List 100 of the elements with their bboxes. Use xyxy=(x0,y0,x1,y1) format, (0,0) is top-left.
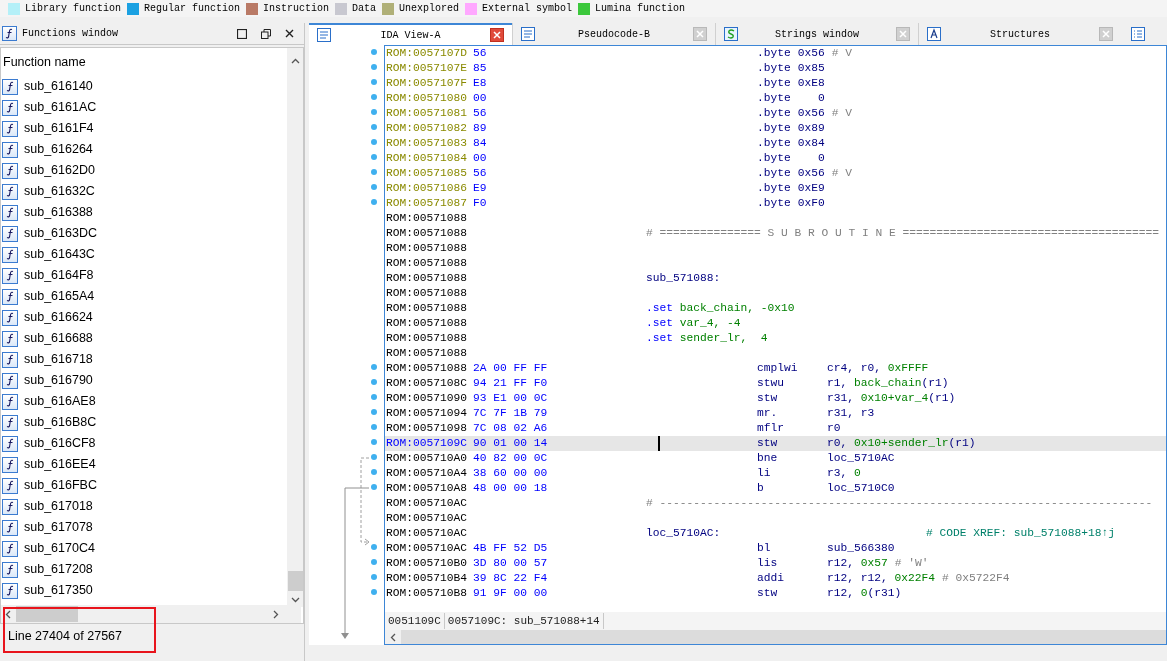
operand: r3, 0 xyxy=(827,466,861,481)
function-icon xyxy=(2,162,18,179)
function-icon xyxy=(2,582,18,599)
vertical-scrollbar[interactable] xyxy=(287,48,303,607)
address: ROM:0057107E xyxy=(386,61,468,76)
text-cursor xyxy=(658,436,660,451)
operand: 0x85 xyxy=(797,61,825,76)
strings-icon xyxy=(724,27,738,41)
hex-bytes: 2A 00 FF FF xyxy=(473,361,548,376)
hex-bytes: 38 60 00 00 xyxy=(473,466,548,481)
structure-icon xyxy=(927,27,941,41)
address: ROM:00571083 xyxy=(386,136,468,151)
operand: cr4, r0, 0xFFFF xyxy=(827,361,929,376)
address: ROM:005710AC xyxy=(386,541,468,556)
function-name[interactable]: sub_617018 xyxy=(24,497,93,516)
function-name[interactable]: sub_6161F4 xyxy=(24,119,94,138)
scroll-down-icon[interactable] xyxy=(290,597,300,603)
function-name[interactable]: sub_616140 xyxy=(24,77,93,96)
operand: 0 xyxy=(817,151,825,166)
function-name[interactable]: sub_616624 xyxy=(24,308,93,327)
operand: 0x56 xyxy=(797,166,825,181)
scrollbar-thumb[interactable] xyxy=(287,571,303,591)
function-icon xyxy=(2,561,18,578)
function-name[interactable]: sub_61632C xyxy=(24,182,95,201)
function-name[interactable]: sub_617350 xyxy=(24,581,93,600)
function-name[interactable]: sub_616EE4 xyxy=(24,455,96,474)
legend-label: Regular function xyxy=(144,2,241,16)
function-name[interactable]: sub_616B8C xyxy=(24,413,97,432)
tab[interactable]: IDA View-A xyxy=(309,23,512,45)
operand: 0x89 xyxy=(797,121,825,136)
document-icon xyxy=(317,28,331,42)
function-name[interactable]: sub_617208 xyxy=(24,560,93,579)
function-icon xyxy=(2,477,18,494)
function-name[interactable]: sub_6162D0 xyxy=(24,161,95,180)
hex-bytes: E9 xyxy=(473,181,487,196)
hex-bytes: 48 00 00 18 xyxy=(473,481,548,496)
mnemonic: .byte xyxy=(757,106,791,121)
operand: 0x56 xyxy=(797,46,825,61)
horizontal-scrollbar[interactable] xyxy=(1,605,301,623)
function-name[interactable]: sub_616264 xyxy=(24,140,93,159)
address: ROM:0057107F xyxy=(386,76,468,91)
function-name[interactable]: sub_616AE8 xyxy=(24,392,96,411)
function-name[interactable]: sub_616790 xyxy=(24,371,93,390)
column-header[interactable]: Function name xyxy=(3,52,86,72)
function-name[interactable]: sub_616CF8 xyxy=(24,434,96,453)
horizontal-scrollbar[interactable] xyxy=(385,630,1166,644)
maximize-icon[interactable] xyxy=(237,28,247,39)
scroll-left-icon[interactable] xyxy=(5,609,11,619)
hex-bytes: 3D 80 00 57 xyxy=(473,556,548,571)
address: ROM:00571088 xyxy=(386,256,468,271)
scroll-left-icon[interactable] xyxy=(390,632,396,642)
function-icon xyxy=(2,414,18,431)
function-name[interactable]: sub_6170C4 xyxy=(24,539,95,558)
address: ROM:00571080 xyxy=(386,91,468,106)
function-name[interactable]: sub_617078 xyxy=(24,518,93,537)
label-text: sub_571088: xyxy=(646,271,721,286)
operand: r1, back_chain(r1) xyxy=(827,376,949,391)
comment: # V xyxy=(831,166,853,181)
mnemonic: .byte xyxy=(757,61,791,76)
function-name[interactable]: sub_616388 xyxy=(24,203,93,222)
function-name[interactable]: sub_6164F8 xyxy=(24,266,94,285)
address: ROM:00571088 xyxy=(386,226,468,241)
operand: loc_5710AC xyxy=(827,451,895,466)
scroll-right-icon[interactable] xyxy=(273,609,279,619)
mnemonic: li xyxy=(757,466,772,481)
panel-title: Functions window xyxy=(22,27,118,41)
operand: 0x84 xyxy=(797,136,825,151)
mnemonic: .byte xyxy=(757,76,791,91)
address: ROM:00571094 xyxy=(386,406,468,421)
address: ROM:00571088 xyxy=(386,211,468,226)
list-icon[interactable] xyxy=(1131,27,1145,41)
address: ROM:00571090 xyxy=(386,391,468,406)
address: ROM:00571084 xyxy=(386,151,468,166)
function-name[interactable]: sub_6165A4 xyxy=(24,287,95,306)
function-name[interactable]: sub_6163DC xyxy=(24,224,97,243)
operand: r31, 0x10+var_4(r1) xyxy=(827,391,956,406)
address: ROM:0057109C xyxy=(386,436,468,451)
mnemonic: lis xyxy=(757,556,779,571)
function-name[interactable]: sub_6161AC xyxy=(24,98,97,117)
mnemonic: bne xyxy=(757,451,779,466)
mnemonic: .byte xyxy=(757,196,791,211)
mnemonic: addi xyxy=(757,571,785,586)
function-name[interactable]: sub_616718 xyxy=(24,350,93,369)
function-name[interactable]: sub_616688 xyxy=(24,329,93,348)
operand: r12, r12, 0x22F4 xyxy=(827,571,936,586)
hex-bytes: 93 E1 00 0C xyxy=(473,391,548,406)
hex-bytes: 7C 7F 1B 79 xyxy=(473,406,548,421)
mnemonic: stw xyxy=(757,586,779,601)
address: ROM:00571088 xyxy=(386,286,468,301)
mnemonic: .byte xyxy=(757,91,791,106)
scroll-up-icon[interactable] xyxy=(290,58,300,64)
function-icon xyxy=(2,330,18,347)
operand: loc_5710C0 xyxy=(827,481,895,496)
function-icon xyxy=(2,225,18,242)
function-name[interactable]: sub_616FBC xyxy=(24,476,97,495)
close-icon[interactable] xyxy=(285,29,294,38)
function-icon xyxy=(2,26,17,41)
restore-icon[interactable] xyxy=(261,28,271,39)
operand: r12, 0x57 xyxy=(827,556,888,571)
function-name[interactable]: sub_61643C xyxy=(24,245,95,264)
